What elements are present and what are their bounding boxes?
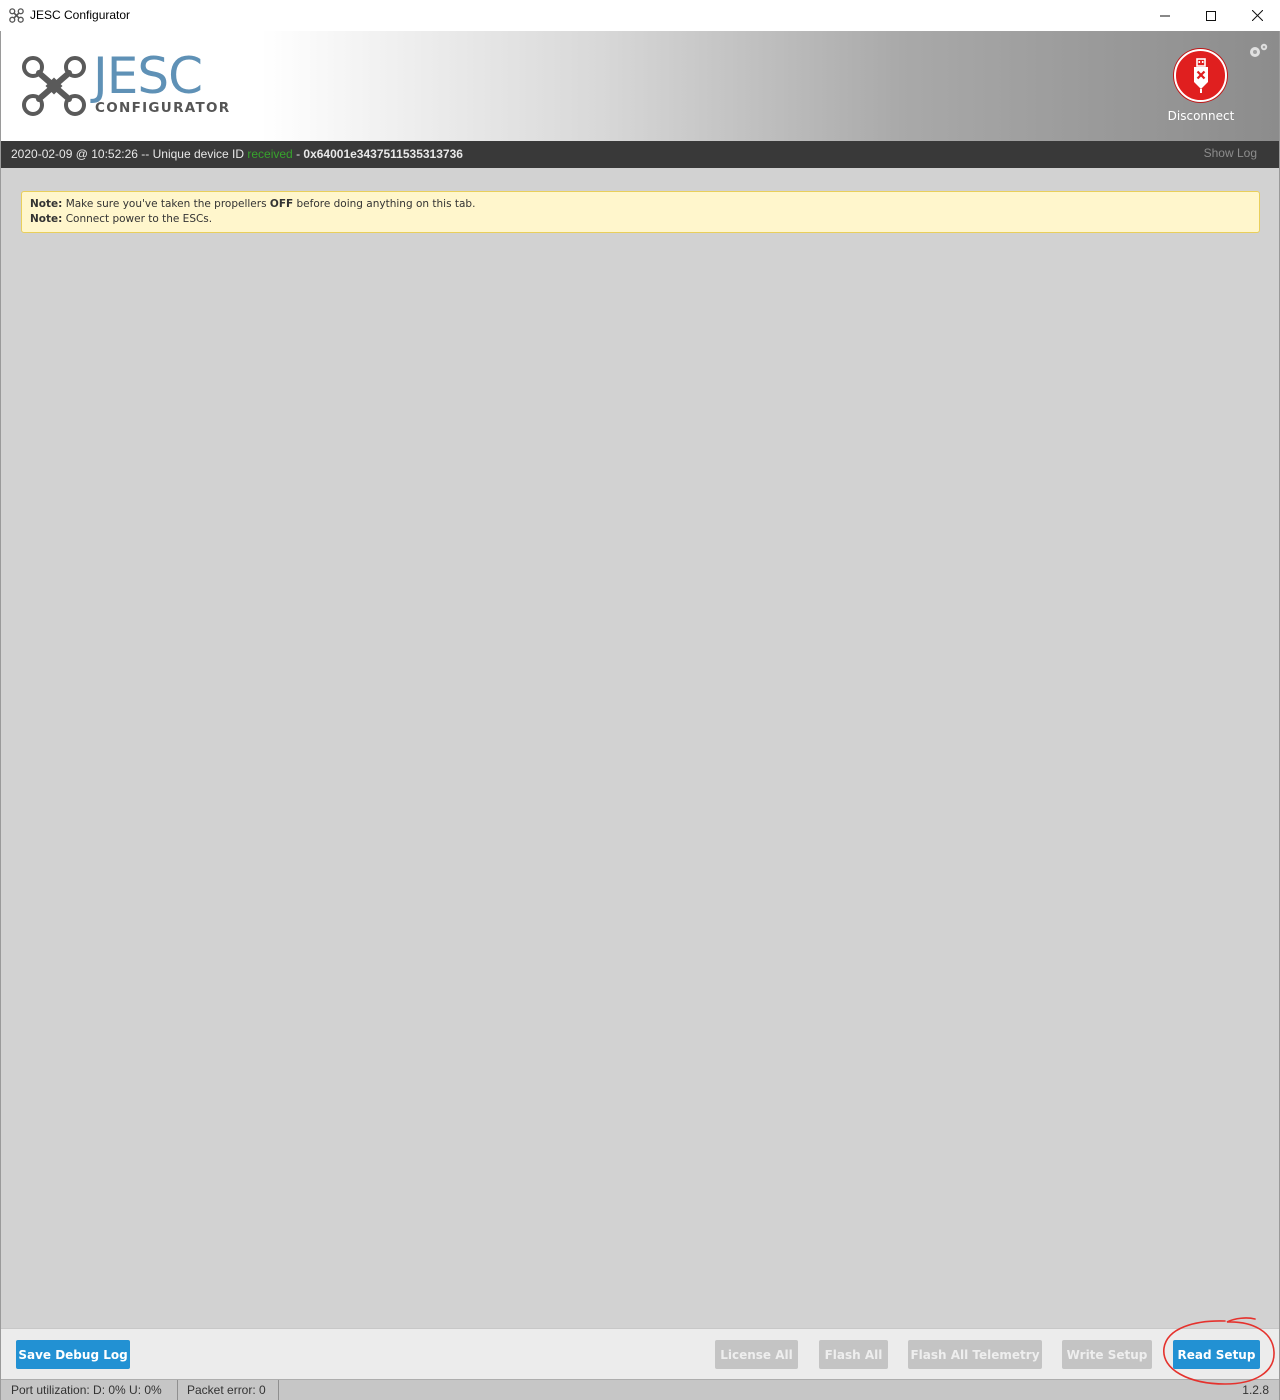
note-emphasis: OFF <box>269 198 294 210</box>
log-bar: 2020-02-09 @ 10:52:26 -- Unique device I… <box>1 141 1279 168</box>
usb-disconnect-icon <box>1193 57 1208 93</box>
log-line: 2020-02-09 @ 10:52:26 -- Unique device I… <box>11 147 463 161</box>
maximize-icon <box>1206 10 1216 21</box>
note-line-2: Note: Connect power to the ESCs. <box>30 212 1251 227</box>
log-timestamp: 2020-02-09 @ 10:52:26 <box>11 147 138 161</box>
write-setup-button[interactable]: Write Setup <box>1062 1340 1152 1369</box>
window-title: JESC Configurator <box>30 8 131 22</box>
save-debug-log-button[interactable]: Save Debug Log <box>16 1340 130 1369</box>
flash-all-telemetry-button[interactable]: Flash All Telemetry <box>908 1340 1042 1369</box>
drone-logo-icon <box>22 56 86 116</box>
drone-icon <box>9 8 24 23</box>
bottom-toolbar: Save Debug Log License All Flash All Fla… <box>1 1328 1279 1379</box>
log-separator: - <box>296 147 301 161</box>
note-label: Note: <box>30 198 63 210</box>
disconnect-button[interactable] <box>1174 49 1227 102</box>
note-text: Connect power to the ESCs. <box>65 213 213 225</box>
app-logo: JESC CONFIGURATOR <box>21 49 231 123</box>
note-text: before doing anything on this tab. <box>296 198 476 210</box>
packet-error: Packet error: 0 <box>187 1383 266 1397</box>
note-text: Make sure you've taken the propellers <box>65 198 267 210</box>
status-divider <box>177 1380 178 1400</box>
app-version: 1.2.8 <box>1242 1383 1269 1397</box>
main-content: Note: Make sure you've taken the propell… <box>1 168 1279 1328</box>
logo-subtitle: CONFIGURATOR <box>95 100 231 116</box>
app-header: JESC CONFIGURATOR Disconnect <box>1 31 1279 141</box>
maximize-button[interactable] <box>1188 0 1234 31</box>
minimize-icon <box>1160 15 1170 16</box>
gear-icon[interactable] <box>1247 42 1269 60</box>
license-all-button[interactable]: License All <box>715 1340 798 1369</box>
status-bar: Port utilization: D: 0% U: 0% Packet err… <box>1 1379 1279 1400</box>
log-message: -- Unique device ID <box>141 147 245 161</box>
note-line-1: Note: Make sure you've taken the propell… <box>30 197 1251 212</box>
window-titlebar: JESC Configurator <box>0 0 1280 31</box>
close-button[interactable] <box>1234 0 1280 31</box>
warning-note: Note: Make sure you've taken the propell… <box>21 191 1260 233</box>
logo-wordmark: JESC <box>93 47 203 105</box>
close-icon <box>1251 10 1263 21</box>
read-setup-button[interactable]: Read Setup <box>1173 1340 1260 1369</box>
show-log-link[interactable]: Show Log <box>1204 146 1257 160</box>
device-id: 0x64001e3437511535313736 <box>303 147 463 161</box>
note-label: Note: <box>30 213 63 225</box>
flash-all-button[interactable]: Flash All <box>819 1340 888 1369</box>
log-status: received <box>247 147 293 161</box>
status-divider <box>278 1380 279 1400</box>
port-utilization: Port utilization: D: 0% U: 0% <box>11 1383 162 1397</box>
disconnect-label: Disconnect <box>1167 109 1235 123</box>
minimize-button[interactable] <box>1142 0 1188 31</box>
